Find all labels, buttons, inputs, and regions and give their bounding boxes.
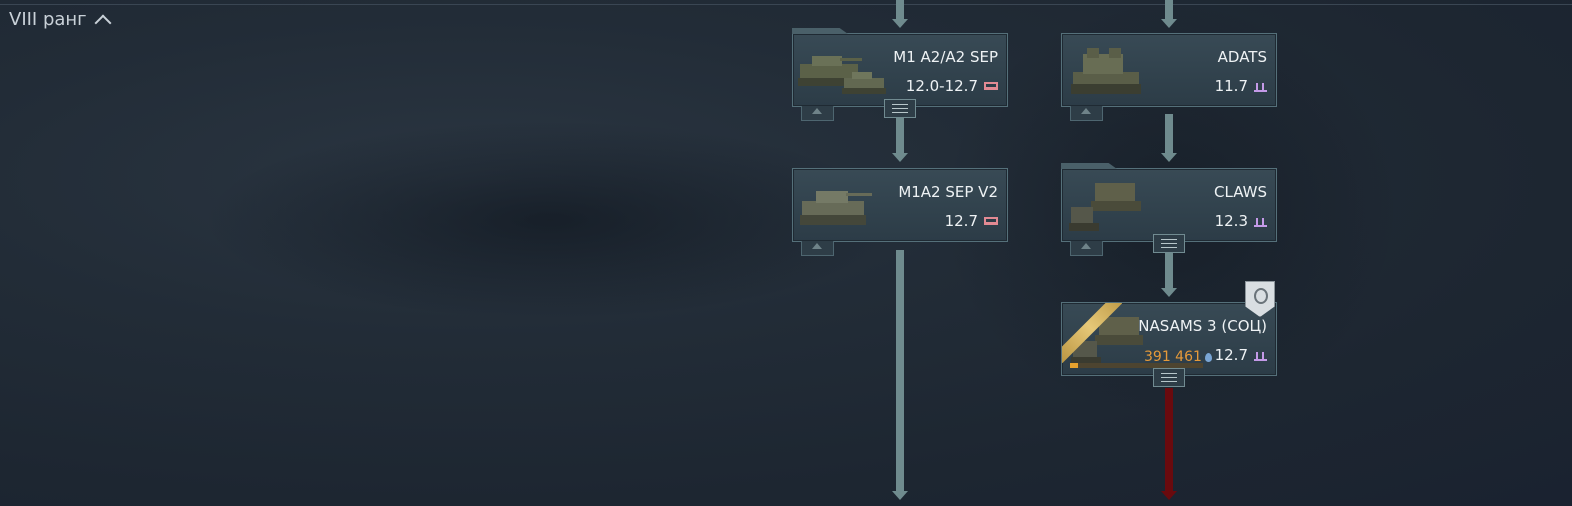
tree-link [896, 118, 904, 154]
tank-class-icon [984, 217, 998, 225]
group-list-button[interactable] [1153, 234, 1185, 253]
arrow-down-icon [892, 491, 908, 500]
anti-air-class-icon [1254, 81, 1267, 92]
arrow-down-icon [892, 153, 908, 162]
group-list-button[interactable] [884, 99, 916, 118]
group-list-button[interactable] [1153, 368, 1185, 387]
vehicle-slot-tab[interactable] [801, 241, 834, 256]
anti-air-class-icon [1254, 216, 1267, 227]
vehicle-slot-tab[interactable] [1070, 241, 1103, 256]
vehicle-slot-tab[interactable] [1070, 106, 1103, 121]
battle-rating-value: 12.7 [944, 212, 978, 230]
rank-header-toggle[interactable]: VIII ранг [9, 9, 112, 31]
battle-rating-value: 12.7 [1214, 346, 1248, 364]
research-progress-fill [1070, 363, 1078, 368]
vehicle-name: M1 A2/A2 SEP [893, 48, 998, 66]
chevron-up-icon [94, 14, 112, 31]
vehicle-name: NASAMS 3 (СОЦ) [1138, 317, 1267, 335]
arrow-down-icon [1161, 19, 1177, 28]
vehicle-name: ADATS [1217, 48, 1267, 66]
lightbulb-icon[interactable] [1245, 281, 1275, 317]
vehicle-card-m1a2-sep-v2[interactable]: M1A2 SEP V2 12.7 [792, 168, 1008, 256]
battle-rating-value: 12.3 [1214, 212, 1248, 230]
vehicle-card-adats[interactable]: ADATS 11.7 [1061, 33, 1277, 121]
tank-class-icon [984, 82, 998, 90]
battle-rating-value: 11.7 [1214, 77, 1248, 95]
battle-rating: 12.7 [1215, 346, 1267, 364]
battle-rating-value: 12.0-12.7 [905, 77, 978, 95]
tree-link [1165, 252, 1173, 289]
battle-rating: 11.7 [1215, 77, 1267, 95]
folder-tab [1061, 163, 1117, 169]
vehicle-slot-tab[interactable] [801, 106, 834, 121]
arrow-down-icon [892, 19, 908, 28]
rank-label: VIII ранг [9, 9, 87, 30]
folder-tab [792, 28, 848, 34]
tree-link [1165, 114, 1173, 154]
vehicle-card-m1a2[interactable]: M1 A2/A2 SEP 12.0-12.7 [792, 28, 1008, 121]
vehicle-name: CLAWS [1214, 183, 1267, 201]
vehicle-card-claws[interactable]: CLAWS 12.3 [1061, 163, 1277, 256]
spaa-image [1071, 48, 1141, 94]
tree-link [1165, 0, 1173, 20]
spaa-image [1069, 183, 1141, 231]
battle-rating: 12.7 [945, 212, 998, 230]
tank-image [800, 191, 872, 225]
arrow-down-icon [1161, 288, 1177, 297]
tank-image [798, 56, 886, 94]
arrow-down-icon [1161, 491, 1177, 500]
premium-ribbon [1062, 303, 1122, 363]
research-point-icon [1204, 352, 1212, 362]
arrow-down-icon [1161, 153, 1177, 162]
vehicle-name: M1A2 SEP V2 [898, 183, 998, 201]
battle-rating: 12.0-12.7 [906, 77, 998, 95]
locked-tree-link [1165, 388, 1173, 492]
tree-link [896, 250, 904, 492]
battle-rating: 12.3 [1215, 212, 1267, 230]
vehicle-card-nasams[interactable]: NASAMS 3 (СОЦ) 391 461 12.7 [1061, 281, 1277, 387]
anti-air-class-icon [1254, 350, 1267, 361]
tree-link [896, 0, 904, 20]
